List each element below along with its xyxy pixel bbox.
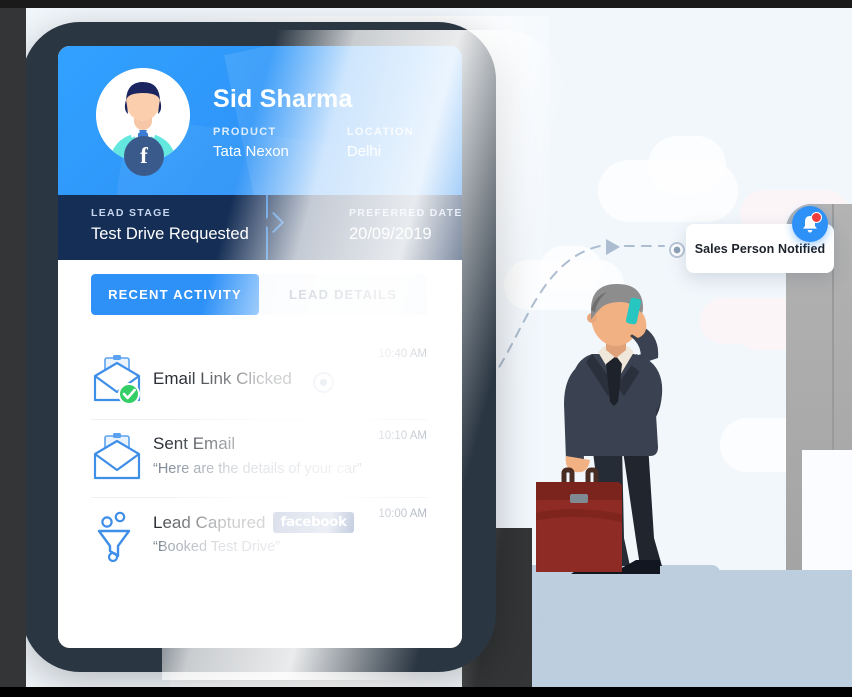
activity-time: 10:00 AM (378, 508, 427, 520)
left-dark-strip (0, 8, 26, 687)
email-icon (91, 432, 143, 484)
activity-subtitle: “Here are the details of your car” (153, 461, 362, 477)
card-tabs: RECENT ACTIVITY LEAD DETAILS (91, 274, 427, 315)
screenshot-stage: f Sid Sharma PRODUCT Tata Nexon LOCATION… (0, 0, 852, 697)
cloud-shape (648, 136, 726, 194)
funnel-icon (91, 510, 143, 563)
meta-product: PRODUCT Tata Nexon (213, 126, 289, 160)
activity-subtitle: “Booked Test Drive” (153, 539, 281, 555)
activity-title-text: Lead Captured (153, 513, 266, 532)
notification-unread-dot (811, 212, 822, 223)
list-item[interactable]: Email Link Clicked 10:40 AM (91, 342, 427, 420)
activity-title: Sent Email (153, 434, 236, 453)
tablet-screen: f Sid Sharma PRODUCT Tata Nexon LOCATION… (58, 46, 462, 648)
preferred-date-block: PREFERRED DATE 20/09/2019 (299, 195, 462, 260)
activity-title: Lead Captured facebook (153, 512, 354, 533)
page-title: Sid Sharma (213, 85, 353, 113)
list-item[interactable]: Lead Captured facebook “Booked Test Drive… (91, 498, 427, 575)
preferred-date-label: PREFERRED DATE (349, 207, 462, 219)
ground-floor (520, 570, 852, 687)
tooltip-anchor-dot (669, 242, 685, 258)
email-opened-check-icon (91, 354, 143, 406)
facebook-badge-icon: f (124, 136, 164, 176)
preferred-date-value: 20/09/2019 (349, 225, 432, 243)
lead-stage-bar: LEAD STAGE Test Drive Requested PREFERRE… (58, 195, 462, 260)
tab-lead-details[interactable]: LEAD DETAILS (259, 274, 427, 315)
meta-location: LOCATION Delhi (347, 126, 414, 160)
facebook-source-badge: facebook (273, 512, 354, 533)
notification-text: Sales Person Notified (694, 241, 826, 256)
meta-label: PRODUCT (213, 126, 277, 138)
tablet-device-frame: f Sid Sharma PRODUCT Tata Nexon LOCATION… (22, 22, 562, 680)
lead-header: f Sid Sharma PRODUCT Tata Nexon LOCATION… (58, 46, 462, 195)
activity-time: 10:40 AM (378, 348, 427, 360)
lead-card: f Sid Sharma PRODUCT Tata Nexon LOCATION… (58, 46, 462, 648)
activity-time: 10:10 AM (378, 430, 427, 442)
lead-stage-block: LEAD STAGE Test Drive Requested (58, 195, 299, 260)
businessman-illustration (536, 284, 663, 574)
cloud-shape (700, 298, 780, 344)
activity-title: Email Link Clicked (153, 369, 292, 388)
avatar[interactable]: f (96, 68, 190, 176)
list-item[interactable]: Sent Email “Here are the details of your… (91, 420, 427, 498)
activity-list: Email Link Clicked 10:40 AM Sent Email “… (91, 342, 427, 575)
meta-value: Tata Nexon (213, 143, 289, 160)
tab-recent-activity[interactable]: RECENT ACTIVITY (91, 274, 259, 315)
bottom-letterbox-bar (0, 687, 852, 697)
top-letterbox-bar (0, 0, 852, 8)
hero-meta: PRODUCT Tata Nexon LOCATION Delhi (213, 126, 414, 160)
activity-node-dot (313, 372, 334, 393)
bell-icon[interactable] (792, 206, 828, 242)
meta-label: LOCATION (346, 126, 414, 138)
meta-value: Delhi (346, 143, 382, 160)
